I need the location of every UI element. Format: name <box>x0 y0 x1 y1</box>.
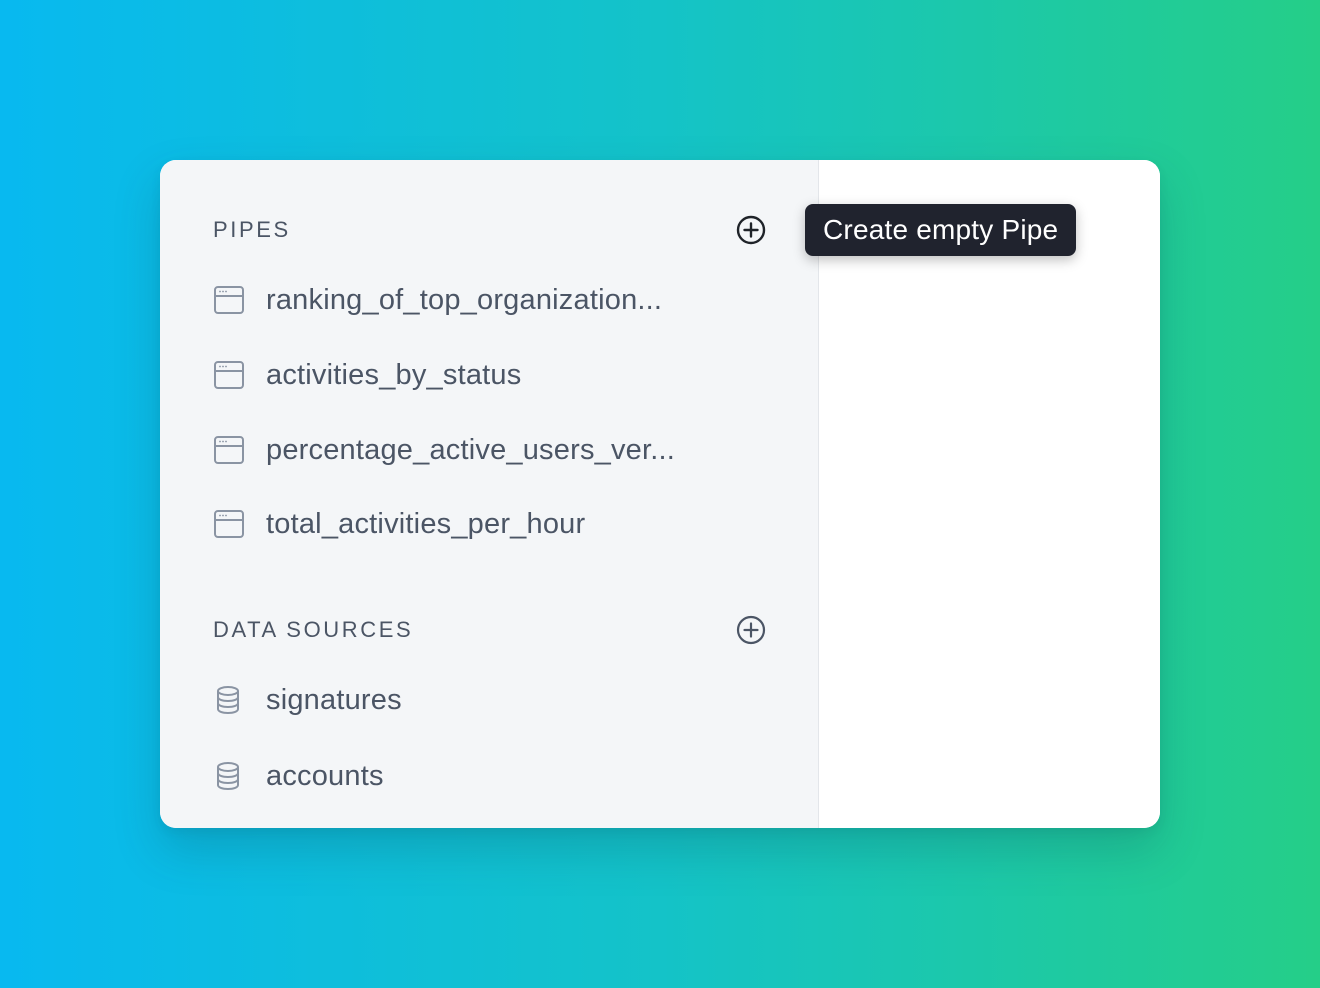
data-source-item[interactable]: accounts <box>213 751 753 801</box>
pipe-item[interactable]: activities_by_status <box>213 350 753 400</box>
main-pane <box>819 160 1160 828</box>
data-source-item[interactable]: signatures <box>213 675 753 725</box>
pipe-item-label: percentage_active_users_ver... <box>266 433 676 466</box>
pipe-item-label: activities_by_status <box>266 358 522 391</box>
add-data-source-button[interactable] <box>734 613 768 647</box>
pipe-item[interactable]: percentage_active_users_ver... <box>213 425 753 475</box>
pipe-item[interactable]: total_activities_per_hour <box>213 499 753 549</box>
data-sources-section-header: DATA SOURCES <box>213 610 768 650</box>
database-icon <box>213 760 245 792</box>
plus-circle-icon <box>736 615 766 645</box>
data-sources-section-title: DATA SOURCES <box>213 617 414 642</box>
data-source-item-label: accounts <box>266 759 384 792</box>
database-icon <box>213 684 245 716</box>
pipe-icon <box>213 434 245 466</box>
workspace-panel: PIPES ranking_of_top_organization... act… <box>160 160 1160 828</box>
sidebar: PIPES ranking_of_top_organization... act… <box>160 160 819 828</box>
pipes-section-header: PIPES <box>213 210 768 250</box>
pipe-icon <box>213 284 245 316</box>
pipe-item-label: ranking_of_top_organization... <box>266 283 663 316</box>
add-pipe-button[interactable] <box>734 213 768 247</box>
pipe-item-label: total_activities_per_hour <box>266 507 586 540</box>
pipe-icon <box>213 508 245 540</box>
plus-circle-icon <box>736 215 766 245</box>
data-source-item-label: signatures <box>266 683 402 716</box>
pipe-item[interactable]: ranking_of_top_organization... <box>213 275 753 325</box>
create-pipe-tooltip: Create empty Pipe <box>805 204 1077 256</box>
pipe-icon <box>213 359 245 391</box>
pipes-section-title: PIPES <box>213 217 291 242</box>
